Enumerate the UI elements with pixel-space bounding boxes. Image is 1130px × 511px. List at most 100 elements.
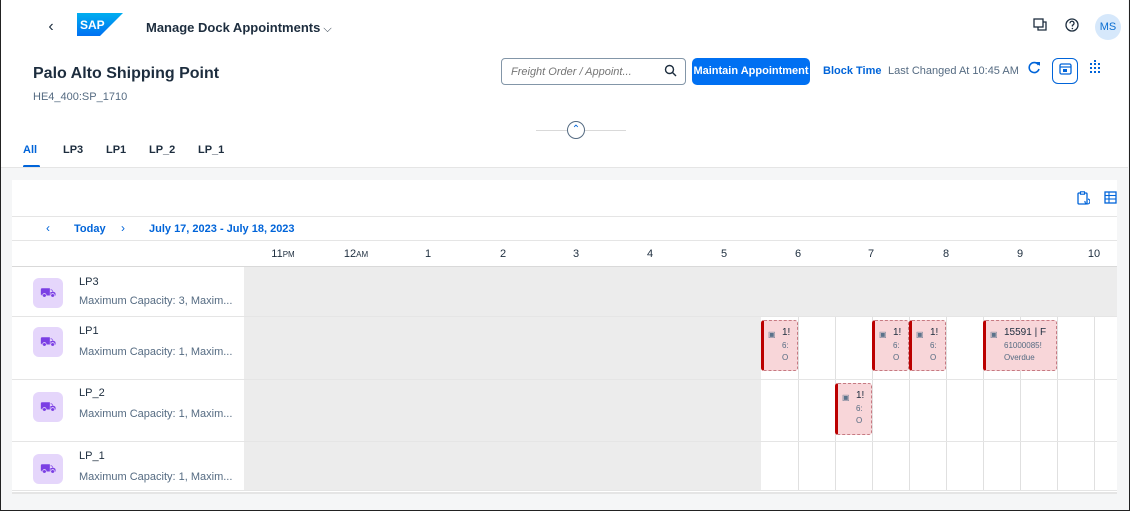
hour-label: 10 (1087, 248, 1101, 260)
avatar[interactable]: MS (1095, 14, 1121, 40)
hour-label: 4 (646, 248, 654, 260)
grid-line (983, 442, 984, 490)
appointment-number: 6: (893, 341, 900, 350)
appointment-status: Overdue (1004, 353, 1035, 362)
resource-name: LP_2 (79, 387, 105, 399)
clipboard-refresh-icon[interactable] (1075, 191, 1091, 207)
timeline-lane[interactable]: ▣ 1! 6: O ▣ 1! 6: O ▣ 1! 6: O ▣ 15591 | … (244, 317, 1117, 379)
grid-line (1094, 442, 1095, 490)
forklift-icon: ⛟ (33, 327, 63, 357)
tab-lp3[interactable]: LP3 (63, 144, 83, 156)
timeline-lane[interactable] (244, 267, 1117, 316)
block-time-button[interactable]: Block Time (823, 65, 882, 77)
grid-line (835, 442, 836, 490)
maintain-appointment-button[interactable]: Maintain Appointment (692, 58, 810, 85)
timeline-lane[interactable]: ▣ 1! 6: O (244, 380, 1117, 441)
app-title-text: Manage Dock Appointments (146, 20, 321, 35)
calendar-toolbar (12, 180, 1117, 217)
grid-line (1020, 442, 1021, 490)
today-button[interactable]: Today (74, 223, 106, 235)
truck-icon: ▣ (879, 330, 887, 339)
truck-icon: ▣ (990, 330, 998, 339)
resource-row-lp1[interactable]: ⛟ LP1 Maximum Capacity: 1, Maxim... ▣ 1!… (12, 317, 1117, 380)
search-input[interactable] (511, 64, 656, 80)
resource-description: Maximum Capacity: 1, Maxim... (79, 408, 233, 420)
resource-description: Maximum Capacity: 1, Maxim... (79, 346, 233, 358)
grid-line (798, 442, 799, 490)
appointment-number: 6: (856, 404, 863, 413)
sap-logo-text: SAP (80, 18, 105, 32)
page-title: Palo Alto Shipping Point (33, 65, 220, 82)
appointment-title: 1! (930, 327, 939, 338)
grid-view-icon[interactable] (1082, 58, 1108, 84)
appointment-title: 1! (782, 327, 791, 338)
resource-description: Maximum Capacity: 3, Maxim... (79, 295, 233, 307)
planning-calendar: ‹ Today › July 17, 2023 - July 18, 2023 … (12, 180, 1117, 492)
resource-description: Maximum Capacity: 1, Maxim... (79, 471, 233, 483)
tab-lp1[interactable]: LP1 (106, 144, 126, 156)
grid-line (983, 380, 984, 441)
app-title[interactable]: Manage Dock Appointments ⌵ (146, 20, 332, 36)
previous-button[interactable]: ‹ (46, 221, 50, 235)
timeline-lane[interactable] (244, 442, 1117, 490)
next-button[interactable]: › (121, 221, 125, 235)
hour-label: 1 (424, 248, 432, 260)
resource-row-lp3[interactable]: ⛟ LP3 Maximum Capacity: 3, Maxim... (12, 267, 1117, 317)
grid-line (946, 380, 947, 441)
unavailable-time (244, 380, 761, 441)
appointment-card[interactable]: ▣ 1! 6: O (909, 320, 946, 371)
search-icon[interactable] (664, 64, 678, 78)
hour-label: 6 (794, 248, 802, 260)
search-field[interactable] (501, 58, 686, 85)
grid-line (835, 317, 836, 379)
back-button[interactable]: ‹ (43, 18, 59, 36)
grid-line (1094, 380, 1095, 441)
grid-line (1057, 380, 1058, 441)
grid-line (909, 442, 910, 490)
forklift-icon: ⛟ (33, 278, 63, 308)
appointment-status: O (893, 353, 900, 362)
truck-icon: ▣ (768, 330, 776, 339)
appointment-title: 1! (893, 327, 902, 338)
table-settings-icon[interactable] (1102, 191, 1118, 207)
tab-all[interactable]: All (23, 144, 37, 156)
appointment-card[interactable]: ▣ 1! 6: O (835, 383, 872, 435)
appointment-status: O (856, 416, 863, 425)
notifications-icon[interactable] (1031, 17, 1049, 35)
hour-label: 8 (942, 248, 950, 260)
date-range-picker[interactable]: July 17, 2023 - July 18, 2023 (149, 223, 295, 235)
appointment-number: 6: (782, 341, 789, 350)
unavailable-time (244, 317, 761, 379)
grid-line (1020, 380, 1021, 441)
calendar-view-icon[interactable] (1052, 58, 1078, 84)
appointment-number: 61000085! (1004, 341, 1042, 350)
shell-bar: ‹ SAP Manage Dock Appointments ⌵ MS (1, 0, 1128, 55)
grid-line (798, 380, 799, 441)
panel-bottom-border (12, 492, 1117, 494)
collapse-header-button[interactable]: ⌃ (567, 121, 585, 139)
appointment-card[interactable]: ▣ 15591 | F 61000085! Overdue (983, 320, 1057, 371)
appointment-card[interactable]: ▣ 1! 6: O (872, 320, 909, 371)
tab-lp-1[interactable]: LP_1 (198, 144, 224, 156)
resource-name: LP1 (79, 325, 99, 337)
chevron-down-icon: ⌵ (323, 23, 332, 35)
help-icon[interactable] (1063, 17, 1081, 35)
appointment-card[interactable]: ▣ 1! 6: O (761, 320, 798, 371)
forklift-icon: ⛟ (33, 454, 63, 484)
refresh-icon[interactable] (1025, 61, 1043, 79)
resource-row-lp-1[interactable]: ⛟ LP_1 Maximum Capacity: 1, Maxim... (12, 442, 1117, 491)
unavailable-time (244, 267, 1117, 316)
resource-row-lp-2[interactable]: ⛟ LP_2 Maximum Capacity: 1, Maxim... ▣ 1… (12, 380, 1117, 442)
tab-lp-2[interactable]: LP_2 (149, 144, 175, 156)
hour-label: 5 (720, 248, 728, 260)
resource-name: LP_1 (79, 450, 105, 462)
truck-icon: ▣ (842, 393, 850, 402)
grid-line (909, 380, 910, 441)
hour-label: 2 (499, 248, 507, 260)
appointment-title: 15591 | F (1004, 327, 1047, 338)
hour-label: 7 (867, 248, 875, 260)
sap-logo[interactable]: SAP (77, 13, 123, 36)
truck-icon: ▣ (916, 330, 924, 339)
grid-line (872, 442, 873, 490)
forklift-icon: ⛟ (33, 392, 63, 422)
